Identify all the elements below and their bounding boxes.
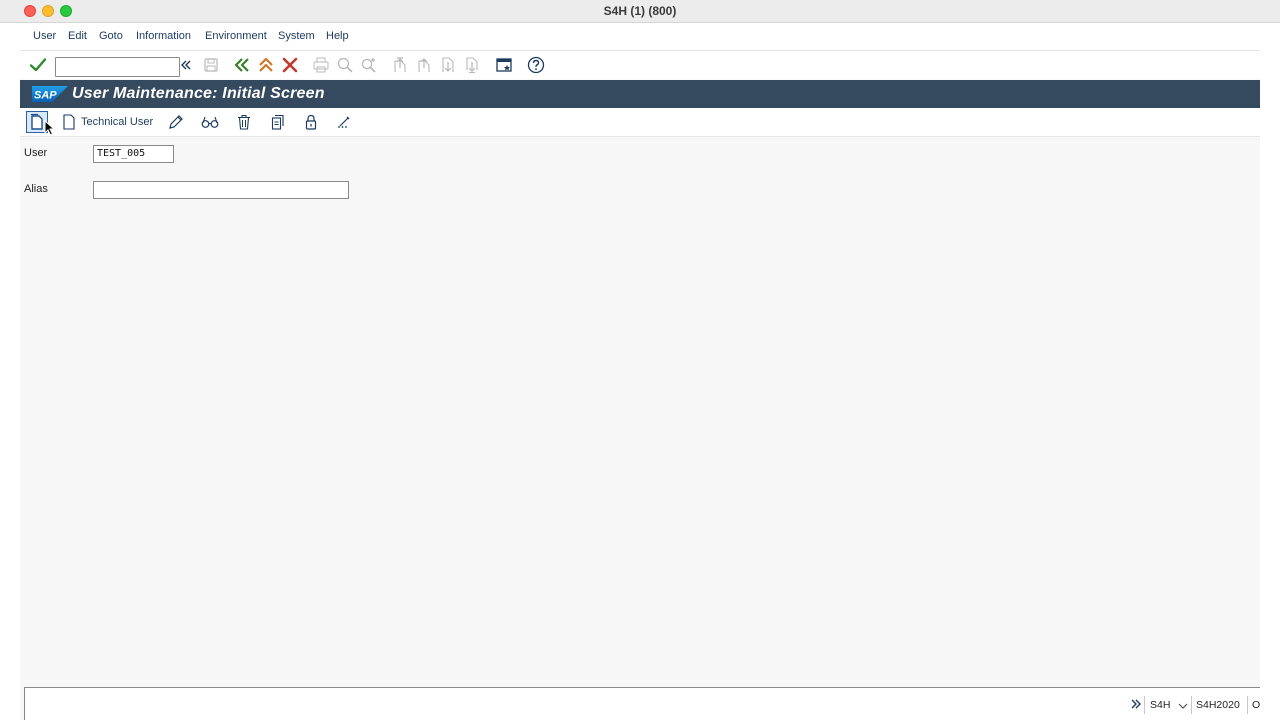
change-password-icon[interactable]: [334, 112, 354, 132]
menu-information[interactable]: Information: [136, 30, 191, 42]
page-title: User Maintenance: Initial Screen: [72, 85, 325, 102]
status-mode: O: [1252, 699, 1261, 711]
find-icon[interactable]: [335, 55, 355, 75]
copy-icon[interactable]: [268, 112, 288, 132]
technical-user-button[interactable]: Technical User: [62, 112, 153, 132]
svg-text:SAP: SAP: [34, 90, 57, 102]
right-margin: [1260, 0, 1280, 720]
back-icon[interactable]: [232, 55, 252, 75]
sap-gui-window: S4H (1) (800) User Edit Goto Information…: [0, 0, 1280, 720]
status-dropdown-chevron-icon[interactable]: [1173, 696, 1193, 716]
menu-bar: User Edit Goto Information Environment S…: [20, 23, 1260, 51]
status-expand-chevron-icon[interactable]: [1126, 694, 1146, 714]
menu-environment[interactable]: Environment: [205, 30, 267, 42]
last-page-icon[interactable]: [462, 55, 482, 75]
menu-goto[interactable]: Goto: [99, 30, 123, 42]
command-history-chevron-icon[interactable]: [176, 55, 196, 75]
menu-system[interactable]: System: [278, 30, 315, 42]
cancel-icon[interactable]: [280, 55, 300, 75]
mouse-cursor-icon: [44, 120, 56, 136]
application-toolbar: Technical User: [20, 108, 1260, 137]
alias-input[interactable]: [93, 181, 349, 199]
next-page-icon[interactable]: [438, 55, 458, 75]
technical-user-label: Technical User: [81, 116, 154, 128]
new-session-icon[interactable]: [494, 55, 514, 75]
exit-icon[interactable]: [256, 55, 276, 75]
sap-logo: SAP: [32, 86, 68, 105]
status-server: S4H2020: [1196, 699, 1240, 711]
save-icon[interactable]: [201, 55, 221, 75]
window-title: S4H (1) (800): [603, 4, 677, 18]
left-margin: [0, 0, 20, 720]
delete-trash-icon[interactable]: [234, 112, 254, 132]
menu-user[interactable]: User: [33, 30, 56, 42]
display-glasses-icon[interactable]: [200, 112, 220, 132]
create-document-icon: [31, 113, 43, 130]
status-separator: [1144, 696, 1145, 714]
enter-checkmark-icon[interactable]: [28, 55, 48, 75]
alias-label: Alias: [24, 183, 48, 195]
find-next-icon[interactable]: [359, 55, 379, 75]
first-page-icon[interactable]: [390, 55, 410, 75]
status-bar: S4H S4H2020 O: [24, 687, 1260, 720]
command-field[interactable]: [55, 57, 180, 77]
system-toolbar: [20, 51, 1260, 79]
lock-icon[interactable]: [301, 112, 321, 132]
screen-header: SAP User Maintenance: Initial Screen: [20, 80, 1260, 108]
title-bar: S4H (1) (800): [0, 0, 1280, 23]
help-icon[interactable]: [526, 55, 546, 75]
menu-help[interactable]: Help: [326, 30, 349, 42]
status-separator: [1247, 696, 1248, 714]
document-icon: [63, 114, 75, 130]
status-system: S4H: [1150, 699, 1171, 711]
status-separator: [1191, 696, 1192, 714]
user-label: User: [24, 147, 48, 159]
change-pencil-icon[interactable]: [166, 112, 186, 132]
user-input[interactable]: TEST_005: [93, 145, 174, 163]
previous-page-icon[interactable]: [414, 55, 434, 75]
print-icon[interactable]: [311, 55, 331, 75]
menu-edit[interactable]: Edit: [68, 30, 87, 42]
